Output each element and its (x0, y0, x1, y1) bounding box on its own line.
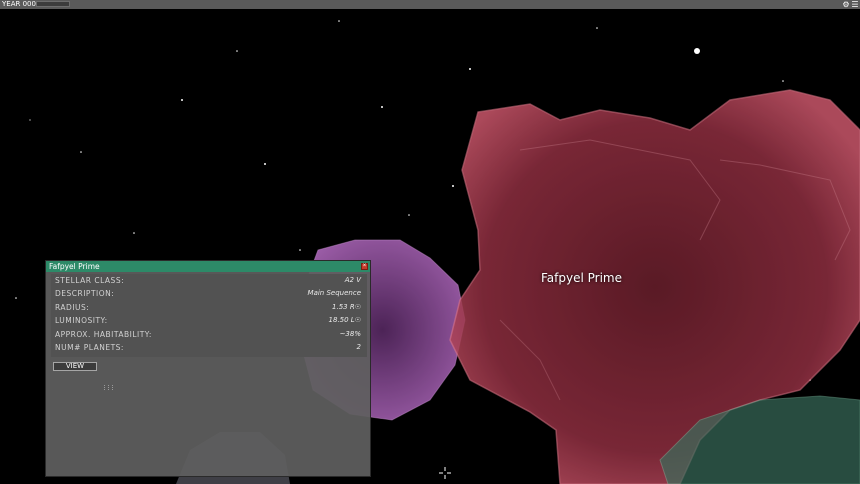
star-name-label[interactable]: Fafpyel Prime (541, 271, 622, 285)
view-button[interactable]: VIEW (53, 362, 97, 371)
property-value: 18.50 L☉ (328, 316, 361, 324)
property-value: Main Sequence (307, 289, 361, 297)
property-label: LUMINOSITY: (55, 316, 108, 325)
property-row: RADIUS: 1.53 R☉ (51, 301, 367, 314)
property-label: DESCRIPTION: (55, 289, 115, 298)
star-info-panel: Fafpyel Prime × STELLAR CLASS: A2 V DESC… (45, 260, 371, 477)
property-label: NUM# PLANETS: (55, 343, 124, 352)
property-value: 2 (356, 343, 361, 351)
menu-icon[interactable]: ☰ (851, 0, 859, 9)
property-row: NUM# PLANETS: 2 (51, 341, 367, 354)
property-row: APPROX. HABITABILITY: ~38% (51, 328, 367, 341)
property-label: RADIUS: (55, 303, 90, 312)
property-row: LUMINOSITY: 18.50 L☉ (51, 314, 367, 327)
property-value: 1.53 R☉ (332, 303, 361, 311)
property-row: STELLAR CLASS: A2 V (51, 274, 367, 287)
year-label: YEAR 0000 (2, 0, 41, 8)
crosshair-icon (439, 467, 451, 479)
year-progress-bar[interactable] (36, 1, 70, 7)
panel-title: Fafpyel Prime (49, 262, 100, 271)
panel-title-bar[interactable]: Fafpyel Prime × (46, 261, 370, 272)
properties-list: STELLAR CLASS: A2 V DESCRIPTION: Main Se… (51, 274, 367, 357)
property-value: ~38% (339, 330, 361, 338)
property-label: STELLAR CLASS: (55, 276, 125, 285)
property-label: APPROX. HABITABILITY: (55, 330, 152, 339)
drag-handle-icon[interactable] (104, 385, 114, 391)
gear-icon[interactable]: ⚙ (842, 0, 850, 9)
top-bar: YEAR 0000 ⚙ ☰ (0, 0, 860, 9)
close-button[interactable]: × (361, 263, 368, 270)
close-icon: × (362, 263, 367, 269)
property-row: DESCRIPTION: Main Sequence (51, 287, 367, 300)
property-value: A2 V (344, 276, 361, 284)
